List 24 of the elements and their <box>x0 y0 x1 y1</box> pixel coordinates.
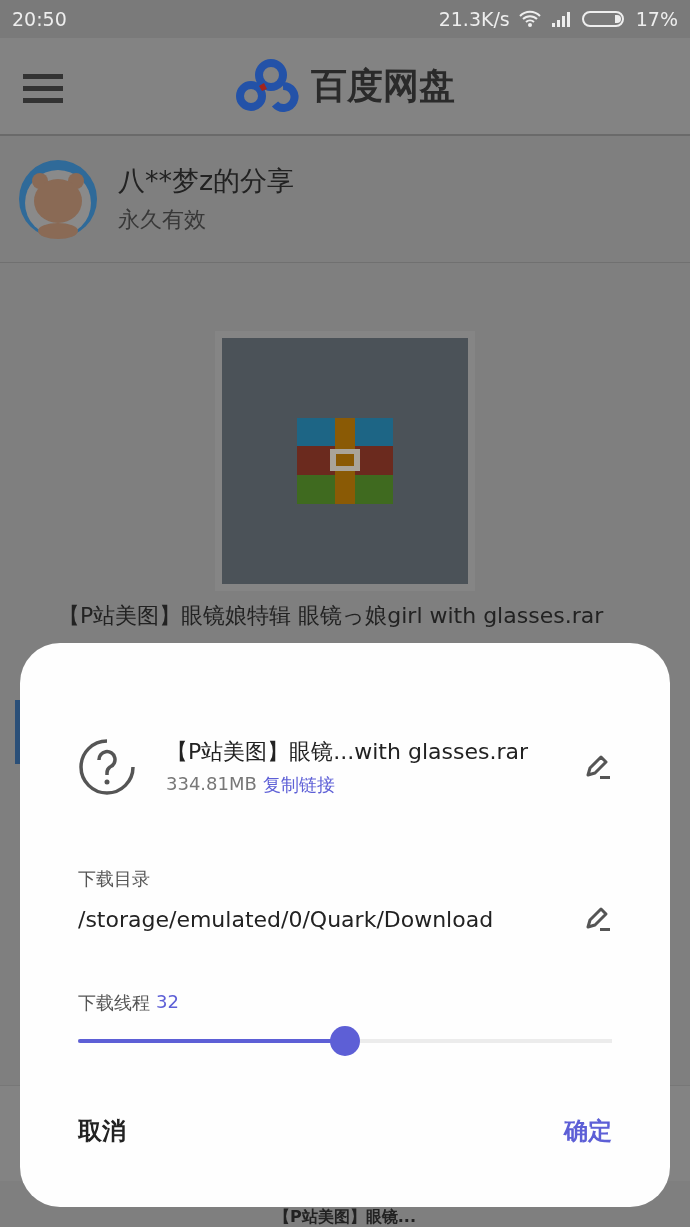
file-size: 334.81MB <box>166 773 257 796</box>
threads-label: 下载线程 <box>78 991 150 1015</box>
network-speed: 21.3K/s <box>438 8 510 30</box>
status-time: 20:50 <box>12 8 67 30</box>
wifi-icon <box>517 10 542 28</box>
question-icon <box>78 738 136 796</box>
copy-link[interactable]: 复制链接 <box>262 773 335 797</box>
app-title: 百度网盘 <box>311 63 455 108</box>
archive-icon <box>297 418 393 504</box>
dir-label: 下载目录 <box>78 867 151 891</box>
slider-thumb[interactable] <box>330 1026 360 1056</box>
dir-path: /storage/emulated/0/Quark/Download <box>78 906 494 932</box>
bottom-file-name: 【P站美图】眼镜... <box>273 1207 417 1227</box>
edit-icon[interactable] <box>584 905 612 933</box>
edit-icon[interactable] <box>584 753 612 781</box>
share-owner: 八**梦z的分享 <box>118 164 295 198</box>
file-name: 【P站美图】眼镜娘特辑 眼镜っ娘girl with glasses.rar <box>57 603 605 629</box>
cancel-button[interactable]: 取消 <box>78 1111 126 1151</box>
threads-value: 32 <box>156 991 179 1014</box>
dialog-file-name: 【P站美图】眼镜...with glasses.rar <box>166 738 529 766</box>
battery-percent: 17% <box>635 8 678 30</box>
share-validity: 永久有效 <box>118 206 207 234</box>
confirm-button[interactable]: 确定 <box>564 1111 612 1151</box>
menu-icon[interactable] <box>23 72 63 104</box>
